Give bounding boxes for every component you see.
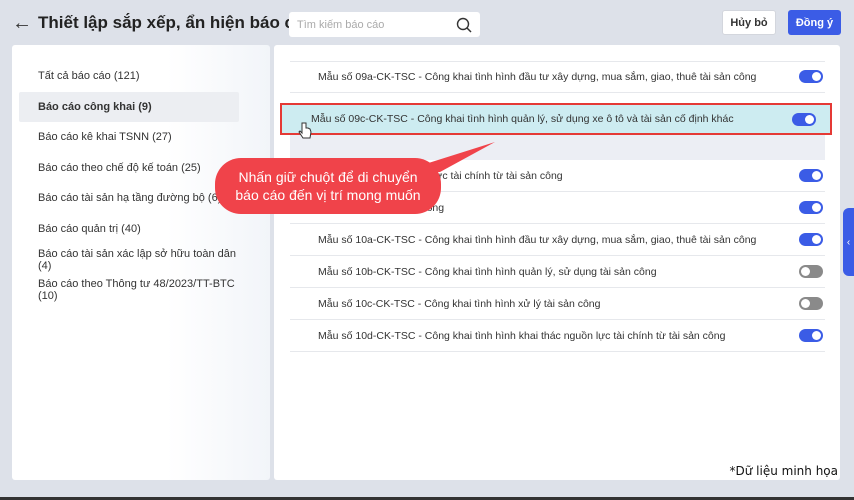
illustrative-data-note: *Dữ liệu minh họa — [729, 464, 838, 478]
visibility-toggle[interactable] — [799, 169, 823, 182]
report-label: Mẫu số 10c-CK-TSC - Công khai tình hình … — [318, 297, 601, 310]
back-arrow-icon[interactable]: ← — [12, 12, 32, 35]
sidebar-item-label: Báo cáo kê khai TSNN (27) — [38, 131, 172, 144]
sidebar-item[interactable]: Báo cáo tài sản xác lập sở hữu toàn dân … — [19, 245, 239, 275]
report-row[interactable]: Mẫu số 10c-CK-TSC - Công khai tình hình … — [290, 288, 825, 320]
visibility-toggle[interactable] — [799, 297, 823, 310]
report-label: Mẫu số 10b-CK-TSC - Công khai tình hình … — [318, 265, 657, 278]
sidebar-item-label: Tất cả báo cáo (121) — [38, 70, 140, 82]
report-label: Mẫu số 09a-CK-TSC - Công khai tình hình … — [318, 70, 757, 83]
report-row[interactable]: Mẫu số 10d-CK-TSC - Công khai tình hình … — [290, 320, 825, 352]
visibility-toggle[interactable] — [799, 233, 823, 246]
report-row[interactable]: Mẫu số 09a-CK-TSC - Công khai tình hình … — [290, 61, 825, 93]
tooltip-line-1: Nhấn giữ chuột để di chuyển — [238, 169, 418, 185]
dragging-report-row[interactable]: Mẫu số 09c-CK-TSC - Công khai tình hình … — [280, 103, 832, 135]
report-row[interactable]: Mẫu số 10a-CK-TSC - Công khai tình hình … — [290, 224, 825, 256]
search-box[interactable] — [289, 12, 480, 37]
sidebar-item-label: Báo cáo theo chế độ kế toán (25) — [38, 161, 201, 174]
sidebar-item[interactable]: Báo cáo theo chế độ kế toán (25) — [19, 153, 239, 183]
tooltip-line-2: báo cáo đến vị trí mong muốn — [235, 187, 421, 203]
search-input[interactable] — [297, 18, 456, 31]
sidebar-item-label: Báo cáo công khai (9) — [38, 100, 152, 113]
ok-button[interactable]: Đồng ý — [788, 10, 841, 35]
cancel-button[interactable]: Hủy bỏ — [722, 10, 776, 35]
page-title: Thiết lập sắp xếp, ẩn hiện báo cáo — [38, 13, 314, 32]
side-panel-toggle[interactable]: ‹ — [843, 208, 854, 276]
visibility-toggle[interactable] — [799, 70, 823, 83]
visibility-toggle[interactable] — [799, 329, 823, 342]
visibility-toggle[interactable] — [792, 113, 816, 126]
sidebar-item-label: Báo cáo tài sản hạ tầng đường bộ (6) — [38, 192, 222, 205]
drag-hint-tooltip: Nhấn giữ chuột để di chuyển báo cáo đến … — [215, 158, 441, 214]
visibility-toggle[interactable] — [799, 265, 823, 278]
chevron-left-icon: ‹ — [846, 236, 851, 248]
sidebar-item[interactable]: Báo cáo tài sản hạ tầng đường bộ (6) — [19, 183, 239, 213]
sidebar-item[interactable]: Tất cả báo cáo (121) — [19, 61, 239, 91]
sidebar-item[interactable]: Báo cáo công khai (9) — [19, 91, 239, 122]
sidebar-item-label: Báo cáo theo Thông tư 48/2023/TT-BTC (10… — [38, 278, 235, 303]
search-icon[interactable] — [456, 17, 472, 33]
sidebar-item-label: Báo cáo quản trị (40) — [38, 223, 141, 235]
sidebar-item[interactable]: Báo cáo kê khai TSNN (27) — [19, 122, 239, 152]
report-label: Mẫu số 09c-CK-TSC - Công khai tình hình … — [311, 113, 734, 125]
hand-cursor-icon — [298, 122, 312, 139]
report-row[interactable]: Mẫu số 10b-CK-TSC - Công khai tình hình … — [290, 256, 825, 288]
report-label: Mẫu số 10d-CK-TSC - Công khai tình hình … — [318, 329, 726, 342]
report-label: Mẫu số 10a-CK-TSC - Công khai tình hình … — [318, 233, 757, 246]
sidebar-item[interactable]: Báo cáo theo Thông tư 48/2023/TT-BTC (10… — [19, 275, 239, 305]
visibility-toggle[interactable] — [799, 201, 823, 214]
sidebar-item[interactable]: Báo cáo quản trị (40) — [19, 214, 239, 244]
sidebar-item-label: Báo cáo tài sản xác lập sở hữu toàn dân … — [38, 247, 237, 272]
